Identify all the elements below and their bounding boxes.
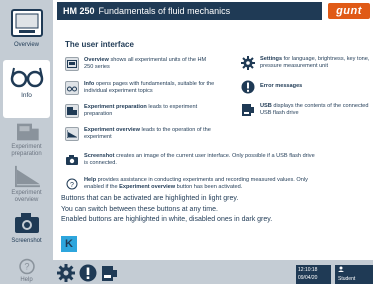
app-title: Fundamentals of fluid mechanics (98, 6, 231, 16)
usb-icon (241, 103, 255, 117)
hint-line: You can switch between these buttons at … (61, 205, 218, 213)
sidebar-item-experiment-preparation: Experiment preparation (3, 122, 50, 158)
entry-title: Info (84, 81, 95, 87)
glasses-icon (10, 67, 43, 88)
entry-title: Experiment preparation (84, 104, 147, 110)
entry-title: Error messages (260, 83, 303, 89)
sidebar-item-help: ? Help (3, 256, 50, 284)
chart-icon (14, 165, 40, 188)
entry-title-secondary: Experiment overview (119, 184, 176, 190)
error-messages-button[interactable] (79, 264, 97, 282)
help-icon: ? (65, 177, 79, 191)
entry-title: Overview (84, 57, 109, 63)
overview-icon (10, 9, 43, 37)
sidebar: Overview Info Experiment preparation Exp… (0, 0, 53, 284)
info-icon (65, 81, 79, 95)
sidebar-item-screenshot[interactable]: Screenshot (3, 206, 50, 256)
entry-experiment-overview: Experiment overview leads to the operati… (65, 127, 215, 141)
sidebar-item-label: Experiment overview (11, 190, 42, 203)
help-icon: ? (18, 258, 35, 275)
title-bar: HM 250 Fundamentals of fluid mechanics (57, 2, 322, 20)
gunt-logo: gunt (328, 3, 370, 19)
main-content: The user interface Overview shows all ex… (53, 22, 373, 260)
entry-text-secondary: button has been activated. (175, 184, 243, 190)
entry-settings: Settings for language, brightness, key t… (241, 56, 371, 70)
sidebar-item-label: Help (20, 277, 33, 283)
keyboard-button[interactable]: K (61, 236, 77, 252)
entry-error-messages: Error messages (241, 80, 371, 94)
sidebar-item-label: Experiment preparation (11, 144, 42, 157)
entry-help: ? Help provides assistance in conducting… (65, 177, 325, 191)
hint-text: Buttons that can be activated are highli… (61, 194, 361, 226)
entry-text: opens pages with fundamentals, suitable … (84, 81, 215, 94)
overview-icon (65, 57, 79, 71)
preparation-icon (65, 104, 79, 118)
user-display: Student (335, 265, 373, 284)
entry-title: Settings (260, 56, 283, 62)
entry-title: Experiment overview (84, 127, 140, 133)
sidebar-item-experiment-overview: Experiment overview (3, 164, 50, 204)
clock-date: 09/04/20 (298, 275, 318, 281)
entry-screenshot: Screenshot creates an image of the curre… (65, 153, 315, 167)
entry-info: Info opens pages with fundamentals, suit… (65, 81, 215, 95)
svg-text:?: ? (70, 182, 74, 189)
app-code: HM 250 (63, 6, 95, 16)
user-icon (338, 266, 370, 275)
error-icon (241, 80, 255, 94)
sidebar-item-overview[interactable]: Overview (3, 6, 50, 56)
preparation-icon (16, 123, 39, 141)
entry-overview: Overview shows all experimental units of… (65, 57, 215, 71)
camera-icon (65, 153, 79, 167)
camera-icon (14, 213, 39, 233)
entry-text: creates an image of the current user int… (84, 153, 315, 166)
sidebar-item-label: Screenshot (11, 238, 42, 244)
entry-title: USB (260, 103, 272, 109)
entry-experiment-preparation: Experiment preparation leads to experime… (65, 104, 215, 118)
clock-time: 12:10:18 (298, 267, 318, 273)
sidebar-item-info[interactable]: Info (3, 60, 50, 118)
chart-icon (65, 127, 79, 141)
gear-icon (57, 264, 75, 282)
entry-usb: USB displays the contents of the connect… (241, 103, 371, 117)
error-icon (79, 264, 97, 282)
sidebar-item-label: Overview (13, 42, 39, 48)
entry-title: Screenshot (84, 153, 115, 159)
entry-text: displays the contents of the connected U… (260, 103, 369, 116)
user-name: Student (338, 276, 356, 282)
usb-icon (102, 266, 117, 281)
settings-button[interactable] (57, 264, 75, 282)
hint-line: Buttons that can be activated are highli… (61, 195, 239, 202)
gear-icon (241, 56, 255, 70)
usb-button[interactable] (101, 264, 119, 282)
page-heading: The user interface (65, 40, 134, 49)
hint-line: Enabled buttons are highlighted in white… (61, 216, 273, 223)
entry-title: Help (84, 177, 97, 183)
svg-text:?: ? (24, 262, 29, 272)
clock-display: 12:10:18 09/04/20 (296, 265, 331, 284)
sidebar-item-label: Info (21, 92, 32, 99)
